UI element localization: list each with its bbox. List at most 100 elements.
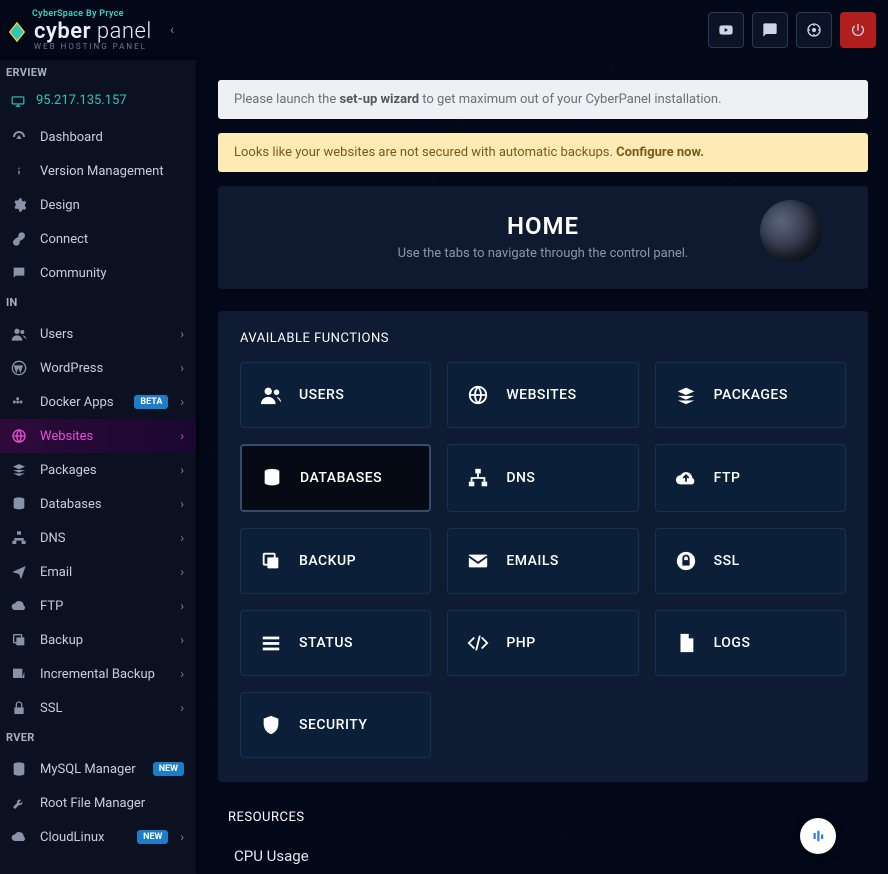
chevron-right-icon: › — [180, 830, 184, 844]
beta-badge: BETA — [134, 395, 168, 409]
function-backup[interactable]: BACKUP — [240, 528, 431, 594]
home-subtitle: Use the tabs to navigate through the con… — [238, 246, 848, 261]
youtube-button[interactable] — [708, 12, 744, 48]
envelope-icon — [466, 549, 490, 573]
lock-circle-icon — [674, 549, 698, 573]
status-bars-icon — [259, 631, 283, 655]
sidebar-item-packages[interactable]: Packages › — [0, 453, 196, 487]
brand-tagline: CyberSpace By Pryce — [32, 9, 124, 19]
function-emails[interactable]: EMAILS — [447, 528, 638, 594]
database-icon — [260, 466, 284, 490]
gauge-icon — [10, 129, 28, 145]
brand-name: cyber panel — [34, 19, 152, 44]
globe-icon — [466, 383, 490, 407]
sidebar-item-wordpress[interactable]: WordPress › — [0, 351, 196, 385]
chevron-right-icon: › — [180, 395, 184, 409]
function-status[interactable]: STATUS — [240, 610, 431, 676]
chevron-right-icon: › — [180, 429, 184, 443]
sidebar-item-dns[interactable]: DNS › — [0, 521, 196, 555]
send-icon — [10, 564, 28, 580]
sidebar-item-users[interactable]: Users › — [0, 317, 196, 351]
sidebar-item-design[interactable]: Design — [0, 188, 196, 222]
cpu-usage-label: CPU Usage — [234, 847, 868, 865]
chat-button[interactable] — [752, 12, 788, 48]
wrench-icon — [10, 795, 28, 811]
sidebar-section-main: IN — [0, 290, 196, 317]
sidebar-item-mysql[interactable]: MySQL Manager NEW — [0, 752, 196, 786]
new-badge: NEW — [137, 830, 168, 844]
function-databases[interactable]: DATABASES — [240, 444, 431, 512]
copy-icon — [259, 549, 283, 573]
cloud-upload-icon — [674, 466, 698, 490]
sidebar-item-ssl[interactable]: SSL › — [0, 691, 196, 725]
gear-icon — [10, 197, 28, 213]
code-icon — [466, 631, 490, 655]
chevron-right-icon: › — [180, 463, 184, 477]
sidebar-item-community[interactable]: Community — [0, 256, 196, 290]
info-icon — [10, 163, 28, 179]
function-logs[interactable]: LOGS — [655, 610, 846, 676]
sidebar-item-version[interactable]: Version Management — [0, 154, 196, 188]
sidebar-item-connect[interactable]: Connect — [0, 222, 196, 256]
support-button[interactable] — [796, 12, 832, 48]
sidebar-item-ftp[interactable]: FTP › — [0, 589, 196, 623]
incremental-icon — [10, 666, 28, 682]
sidebar-item-incremental-backup[interactable]: Incremental Backup › — [0, 657, 196, 691]
function-packages[interactable]: PACKAGES — [655, 362, 846, 428]
lock-icon — [10, 700, 28, 716]
resources-heading: RESOURCES — [228, 810, 868, 825]
sidebar-item-websites[interactable]: Websites › — [0, 419, 196, 453]
sitemap-icon — [466, 466, 490, 490]
function-php[interactable]: PHP — [447, 610, 638, 676]
database-icon — [10, 761, 28, 777]
database-icon — [10, 496, 28, 512]
sidebar-item-dashboard[interactable]: Dashboard — [0, 120, 196, 154]
brand-logo-icon — [6, 21, 28, 43]
sidebar-ip[interactable]: 95.217.135.157 — [0, 87, 196, 120]
sidebar-item-root-file[interactable]: Root File Manager — [0, 786, 196, 820]
function-ftp[interactable]: FTP — [655, 444, 846, 512]
main-content: Please launch the set-up wizard to get m… — [196, 60, 888, 874]
brand-subtitle: WEB HOSTING PANEL — [34, 42, 147, 51]
chevron-right-icon: › — [180, 497, 184, 511]
docker-icon — [10, 394, 28, 410]
users-icon — [10, 326, 28, 342]
setup-alert[interactable]: Please launch the set-up wizard to get m… — [218, 80, 868, 119]
function-security[interactable]: SECURITY — [240, 692, 431, 758]
sidebar-item-email[interactable]: Email › — [0, 555, 196, 589]
brand: CyberSpace By Pryce cyber panel WEB HOST… — [0, 9, 152, 51]
new-badge: NEW — [153, 762, 184, 776]
function-websites[interactable]: WEBSITES — [447, 362, 638, 428]
sidebar-item-databases[interactable]: Databases › — [0, 487, 196, 521]
file-icon — [674, 631, 698, 655]
sidebar-collapse-button[interactable]: ‹ — [170, 22, 174, 38]
sidebar-item-docker[interactable]: Docker Apps BETA › — [0, 385, 196, 419]
home-title: HOME — [238, 212, 848, 240]
chevron-right-icon: › — [180, 327, 184, 341]
support-fab[interactable] — [800, 818, 836, 854]
chevron-right-icon: › — [180, 565, 184, 579]
function-users[interactable]: USERS — [240, 362, 431, 428]
chevron-right-icon: › — [180, 531, 184, 545]
sidebar-item-cloudlinux[interactable]: CloudLinux NEW › — [0, 820, 196, 854]
sidebar: ERVIEW 95.217.135.157 Dashboard Version … — [0, 60, 196, 874]
ip-address: 95.217.135.157 — [36, 93, 127, 108]
function-ssl[interactable]: SSL — [655, 528, 846, 594]
power-button[interactable] — [840, 12, 876, 48]
chevron-right-icon: › — [180, 633, 184, 647]
chevron-right-icon: › — [180, 667, 184, 681]
chevron-right-icon: › — [180, 701, 184, 715]
home-card: HOME Use the tabs to navigate through th… — [218, 186, 868, 289]
functions-heading: AVAILABLE FUNCTIONS — [240, 331, 846, 346]
configure-backup-link[interactable]: Configure now. — [616, 145, 704, 160]
sidebar-item-backup[interactable]: Backup › — [0, 623, 196, 657]
shield-icon — [259, 713, 283, 737]
function-dns[interactable]: DNS — [447, 444, 638, 512]
sidebar-section-server: RVER — [0, 725, 196, 752]
sitemap-icon — [10, 530, 28, 546]
sidebar-section-overview: ERVIEW — [0, 60, 196, 87]
chevron-right-icon: › — [180, 599, 184, 613]
cloud-icon — [10, 829, 28, 845]
users-icon — [259, 383, 283, 407]
link-icon — [10, 231, 28, 247]
